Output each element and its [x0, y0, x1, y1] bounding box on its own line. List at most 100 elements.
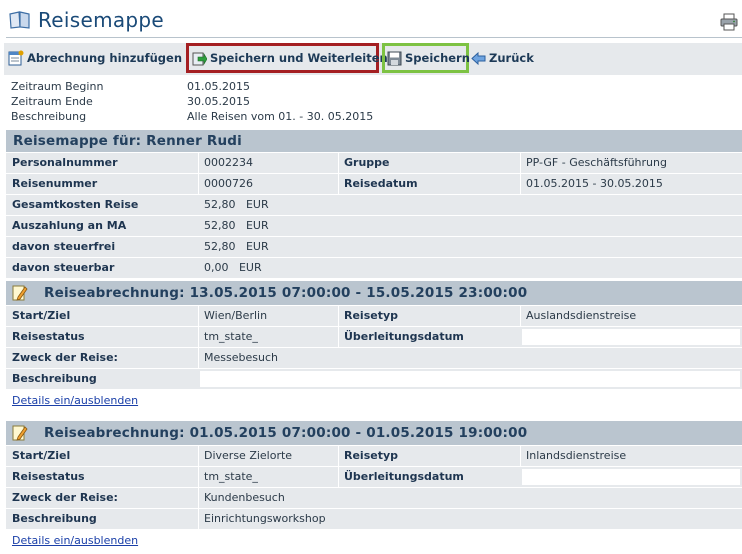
- cell-divider: [198, 327, 199, 347]
- beschreibung-label: Beschreibung: [12, 512, 97, 525]
- cell-divider: [338, 306, 339, 326]
- trip-row-zweck: Zweck der Reise: Messebesuch: [6, 348, 742, 368]
- cell-divider: [338, 446, 339, 466]
- cell-divider: [520, 446, 521, 466]
- back-label: Zurück: [489, 51, 534, 65]
- zweck-value: Messebesuch: [204, 351, 278, 364]
- title-divider: [6, 37, 742, 38]
- steuerbar-label: davon steuerbar: [12, 261, 115, 274]
- trip-header: Reiseabrechnung: 13.05.2015 07:00:00 - 1…: [6, 281, 742, 305]
- gesamtkosten-value: 52,80 EUR: [204, 198, 269, 211]
- trip-row-start-ziel: Start/Ziel Diverse Zielorte Reisetyp Inl…: [6, 446, 742, 466]
- back-arrow-icon: [471, 51, 486, 65]
- ueberleitungsdatum-label: Überleitungsdatum: [344, 330, 464, 343]
- cell-divider: [338, 327, 339, 347]
- auszahlung-label: Auszahlung an MA: [12, 219, 127, 232]
- trip-row-beschreibung: Beschreibung Einrichtungsworkshop: [6, 509, 742, 529]
- folder-row-personalnummer: Personalnummer 0002234 Gruppe PP-GF - Ge…: [6, 153, 742, 173]
- cell-divider: [198, 509, 199, 529]
- cell-divider: [520, 153, 521, 173]
- cell-divider: [520, 174, 521, 194]
- reisenummer-label: Reisenummer: [12, 177, 98, 190]
- reisenummer-value: 0000726: [204, 177, 253, 190]
- reisestatus-value: tm_state_: [204, 470, 258, 483]
- reisetyp-value: Auslandsdienstreise: [526, 309, 637, 322]
- cell-divider: [198, 174, 199, 194]
- start-ziel-value: Wien/Berlin: [204, 309, 268, 322]
- folder-row-gesamtkosten: Gesamtkosten Reise 52,80 EUR: [6, 195, 742, 215]
- ueberleitungsdatum-value: [522, 329, 740, 345]
- reisetyp-label: Reisetyp: [344, 449, 399, 462]
- steuerfrei-label: davon steuerfrei: [12, 240, 116, 253]
- save-and-forward-label: Speichern und Weiterleiten: [210, 51, 388, 65]
- trip-row-status: Reisestatus tm_state_ Überleitungsdatum: [6, 467, 742, 487]
- ueberleitungsdatum-label: Überleitungsdatum: [344, 470, 464, 483]
- printer-icon[interactable]: [720, 13, 738, 31]
- title-bar: Reisemappe: [0, 0, 742, 38]
- gesamtkosten-label: Gesamtkosten Reise: [12, 198, 139, 211]
- add-form-icon: [8, 50, 24, 66]
- floppy-disk-icon: [387, 51, 402, 65]
- period-start-value: 01.05.2015: [187, 80, 250, 93]
- folder-row-steuerbar: davon steuerbar 0,00 EUR: [6, 258, 742, 278]
- start-ziel-value: Diverse Zielorte: [204, 449, 293, 462]
- gruppe-value: PP-GF - Geschäftsführung: [526, 156, 667, 169]
- zweck-label: Zweck der Reise:: [12, 351, 118, 364]
- folder-header: Reisemappe für: Renner Rudi: [6, 130, 742, 152]
- save-forward-icon: [192, 52, 207, 65]
- period-start-label: Zeitraum Beginn: [11, 80, 104, 93]
- trip-row-beschreibung: Beschreibung: [6, 369, 742, 389]
- add-settlement-button[interactable]: Abrechnung hinzufügen: [8, 43, 182, 73]
- save-label: Speichern: [405, 51, 470, 65]
- trip-heading: Reiseabrechnung: 01.05.2015 07:00:00 - 0…: [44, 425, 528, 441]
- beschreibung-label: Beschreibung: [12, 372, 97, 385]
- folder-row-steuerfrei: davon steuerfrei 52,80 EUR: [6, 237, 742, 257]
- folder-heading: Reisemappe für: Renner Rudi: [13, 133, 242, 149]
- trip-row-status: Reisestatus tm_state_ Überleitungsdatum: [6, 327, 742, 347]
- trip-header: Reiseabrechnung: 01.05.2015 07:00:00 - 0…: [6, 421, 742, 445]
- cell-divider: [198, 467, 199, 487]
- auszahlung-value: 52,80 EUR: [204, 219, 269, 232]
- cell-divider: [338, 174, 339, 194]
- cell-divider: [198, 488, 199, 508]
- save-and-forward-button[interactable]: Speichern und Weiterleiten: [186, 43, 388, 73]
- beschreibung-value: [200, 371, 740, 387]
- gruppe-label: Gruppe: [344, 156, 390, 169]
- toolbar: Abrechnung hinzufügen Speichern und Weit…: [4, 43, 742, 75]
- folder-row-reisenummer: Reisenummer 0000726 Reisedatum 01.05.201…: [6, 174, 742, 194]
- reisedatum-label: Reisedatum: [344, 177, 418, 190]
- reisestatus-label: Reisestatus: [12, 330, 85, 343]
- reisestatus-label: Reisestatus: [12, 470, 85, 483]
- cell-divider: [198, 306, 199, 326]
- toggle-details-link[interactable]: Details ein/ausblenden: [12, 394, 138, 407]
- cell-divider: [520, 306, 521, 326]
- trip-heading: Reiseabrechnung: 13.05.2015 07:00:00 - 1…: [44, 285, 528, 301]
- cell-divider: [198, 446, 199, 466]
- edit-note-icon: [12, 284, 28, 305]
- page-title: Reisemappe: [38, 8, 165, 32]
- steuerbar-value: 0,00 EUR: [204, 261, 262, 274]
- trip-row-zweck: Zweck der Reise: Kundenbesuch: [6, 488, 742, 508]
- beschreibung-value: Einrichtungsworkshop: [204, 512, 326, 525]
- cell-divider: [198, 348, 199, 368]
- start-ziel-label: Start/Ziel: [12, 449, 71, 462]
- edit-note-icon: [12, 424, 28, 445]
- zweck-label: Zweck der Reise:: [12, 491, 118, 504]
- folder-row-auszahlung: Auszahlung an MA 52,80 EUR: [6, 216, 742, 236]
- steuerfrei-value: 52,80 EUR: [204, 240, 269, 253]
- personalnummer-label: Personalnummer: [12, 156, 118, 169]
- description-value: Alle Reisen vom 01. - 30. 05.2015: [187, 110, 374, 123]
- reisetyp-label: Reisetyp: [344, 309, 399, 322]
- trip-row-start-ziel: Start/Ziel Wien/Berlin Reisetyp Auslands…: [6, 306, 742, 326]
- back-button[interactable]: Zurück: [471, 43, 534, 73]
- zweck-value: Kundenbesuch: [204, 491, 285, 504]
- period-end-value: 30.05.2015: [187, 95, 250, 108]
- book-icon: [9, 11, 31, 29]
- description-label: Beschreibung: [11, 110, 87, 123]
- add-settlement-label: Abrechnung hinzufügen: [27, 51, 183, 65]
- toggle-details-link[interactable]: Details ein/ausblenden: [12, 534, 138, 547]
- save-button[interactable]: Speichern: [382, 43, 470, 73]
- cell-divider: [338, 153, 339, 173]
- start-ziel-label: Start/Ziel: [12, 309, 71, 322]
- cell-divider: [338, 467, 339, 487]
